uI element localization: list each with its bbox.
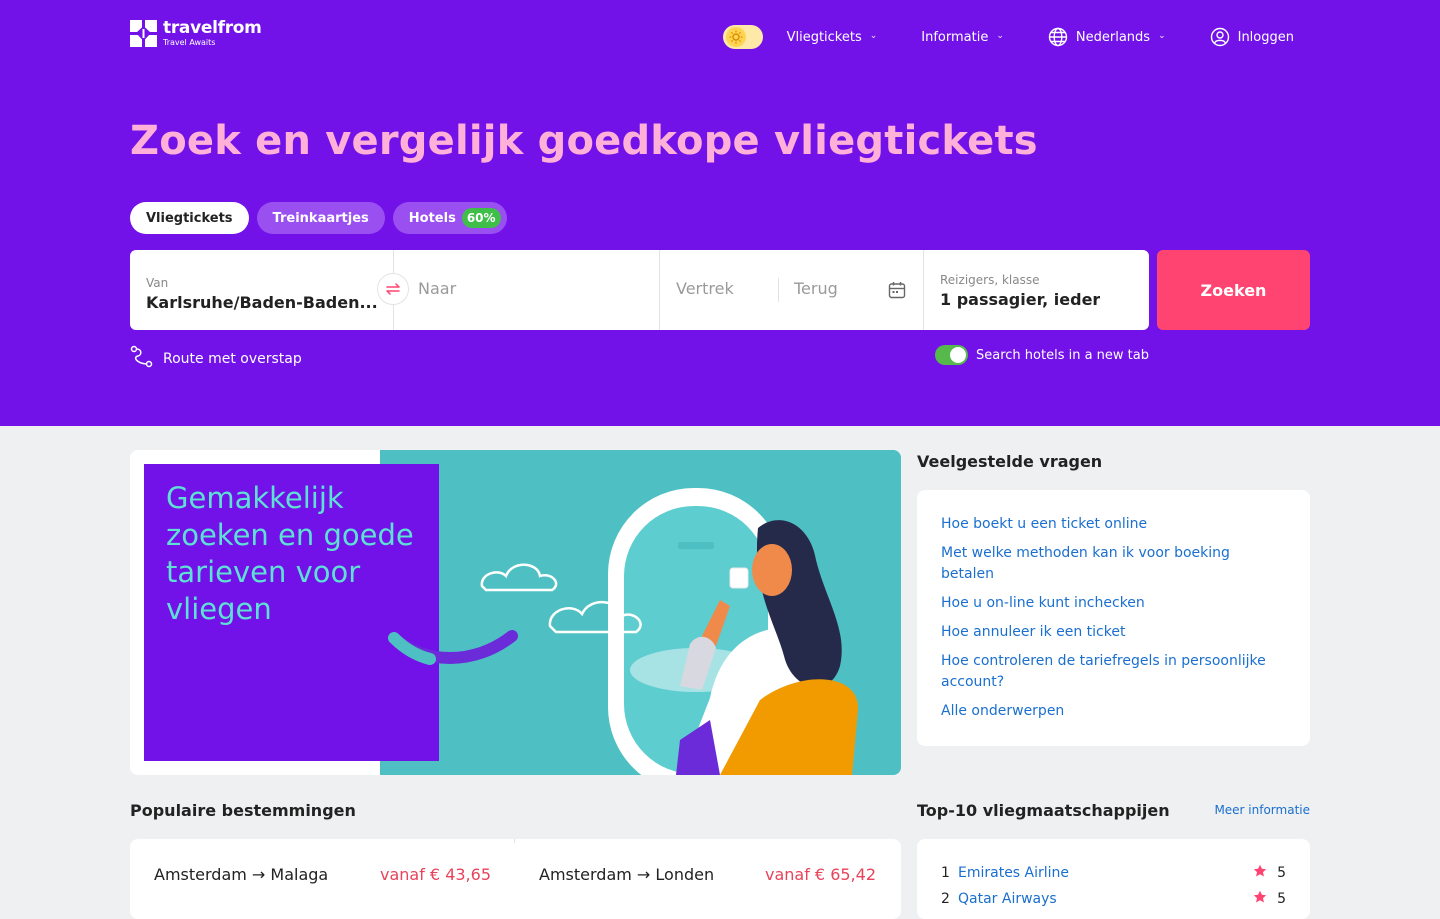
swap-icon[interactable] xyxy=(377,273,409,305)
route-label: Route met overstap xyxy=(163,350,302,367)
tab-trains[interactable]: Treinkaartjes xyxy=(256,202,385,234)
popular-destinations-title: Populaire bestemmingen xyxy=(130,801,356,820)
airline-name[interactable]: Qatar Airways xyxy=(958,891,1253,907)
nav-language-label: Nederlands xyxy=(1075,29,1151,45)
list-item[interactable]: Amsterdam → Malaga vanaf € 43,65 xyxy=(154,865,491,884)
nav-flights[interactable]: Vliegtickets ⌄ xyxy=(787,30,878,45)
list-item[interactable]: 2 Qatar Airways 5 xyxy=(941,890,1286,908)
destination-route: Amsterdam → Londen xyxy=(539,865,715,884)
hotels-new-tab-toggle[interactable] xyxy=(935,345,968,365)
tab-flights[interactable]: Vliegtickets xyxy=(130,202,249,234)
logo-name: travelfrom xyxy=(163,18,262,38)
travel-illustration xyxy=(380,450,901,775)
airline-rating: 5 xyxy=(1277,891,1286,907)
user-icon xyxy=(1210,27,1230,47)
chevron-down-icon: ⌄ xyxy=(1158,31,1166,41)
tab-hotels[interactable]: Hotels 60% xyxy=(392,202,507,234)
passengers-label: Reizigers, klasse xyxy=(940,273,1040,287)
airline-rank: 1 xyxy=(941,865,950,881)
faq-link[interactable]: Hoe annuleer ik een ticket xyxy=(941,622,1286,643)
faq-link[interactable]: Hoe u on-line kunt inchecken xyxy=(941,593,1286,614)
more-info-link[interactable]: Meer informatie xyxy=(1214,803,1310,817)
nav-menu: Vliegtickets ⌄ Informatie ⌄ Nederlands ⌄ xyxy=(722,24,1294,50)
star-icon xyxy=(1253,890,1267,908)
return-date-input[interactable]: Terug xyxy=(794,279,838,298)
list-item[interactable]: Amsterdam → Londen vanaf € 65,42 xyxy=(539,865,876,884)
page-title: Zoek en vergelijk goedkope vliegtickets xyxy=(130,118,1038,164)
theme-toggle[interactable] xyxy=(722,25,763,49)
date-divider xyxy=(778,278,779,302)
destination-route: Amsterdam → Malaga xyxy=(154,865,329,884)
hero-section: travelfrom Travel Awaits Vliegtickets ⌄ … xyxy=(0,0,1440,426)
logo-tagline: Travel Awaits xyxy=(163,38,216,47)
star-icon xyxy=(1253,864,1267,882)
top-navigation: travelfrom Travel Awaits Vliegtickets ⌄ … xyxy=(130,0,1310,72)
airline-name[interactable]: Emirates Airline xyxy=(958,865,1253,881)
multi-stop-route-link[interactable]: Route met overstap xyxy=(130,345,302,372)
promo-banner[interactable]: Gemakkelijk zoeken en goede tarieven voo… xyxy=(130,450,901,775)
hotels-new-tab-option: Search hotels in a new tab xyxy=(935,345,1149,365)
airline-rating: 5 xyxy=(1277,865,1286,881)
nav-language[interactable]: Nederlands ⌄ xyxy=(1048,27,1166,47)
list-item[interactable]: 1 Emirates Airline 5 xyxy=(941,864,1286,882)
logo-icon xyxy=(130,20,157,47)
faq-all-topics-link[interactable]: Alle onderwerpen xyxy=(941,701,1286,722)
destination-price: vanaf € 43,65 xyxy=(379,865,491,884)
nav-information-label: Informatie xyxy=(921,29,989,45)
top-airlines-title: Top-10 vliegmaatschappijen xyxy=(917,801,1170,820)
destination-placeholder: Naar xyxy=(418,279,457,298)
banner-headline: Gemakkelijk zoeken en goede tarieven voo… xyxy=(166,481,414,626)
popular-destinations-list: Amsterdam → Malaga vanaf € 43,65 Amsterd… xyxy=(130,839,901,919)
faq-link[interactable]: Hoe boekt u een ticket online xyxy=(941,514,1286,535)
faq-link[interactable]: Hoe controleren de tariefregels in perso… xyxy=(941,651,1286,693)
dates-field[interactable]: Vertrek Terug xyxy=(660,250,924,330)
passengers-field[interactable]: Reizigers, klasse 1 passagier, ieder xyxy=(924,250,1149,330)
discount-badge: 60% xyxy=(461,208,501,228)
nav-information[interactable]: Informatie ⌄ xyxy=(921,30,1004,45)
destination-field[interactable]: Naar xyxy=(394,250,660,330)
faq-list: Hoe boekt u een ticket online Met welke … xyxy=(917,490,1310,746)
nav-flights-label: Vliegtickets xyxy=(786,29,862,45)
calendar-icon[interactable] xyxy=(887,280,907,300)
origin-value: Karlsruhe/Baden-Baden... xyxy=(146,293,378,312)
depart-date-input[interactable]: Vertrek xyxy=(676,279,734,298)
nav-login-label: Inloggen xyxy=(1237,29,1294,45)
chevron-down-icon: ⌄ xyxy=(996,31,1004,41)
destination-price: vanaf € 65,42 xyxy=(764,865,876,884)
divider xyxy=(514,839,515,843)
globe-icon xyxy=(1048,27,1068,47)
search-form: Van Karlsruhe/Baden-Baden... Naar Vertre… xyxy=(130,250,1149,330)
route-icon xyxy=(130,345,153,372)
passengers-value: 1 passagier, ieder xyxy=(940,290,1101,309)
logo[interactable]: travelfrom Travel Awaits xyxy=(130,20,262,47)
search-button[interactable]: Zoeken xyxy=(1157,250,1310,330)
nav-login[interactable]: Inloggen xyxy=(1210,27,1294,47)
airline-rank: 2 xyxy=(941,891,950,907)
top-airlines-list: 1 Emirates Airline 5 2 Qatar Airways 5 xyxy=(917,839,1310,919)
sun-icon xyxy=(725,27,746,47)
tab-hotels-label: Hotels xyxy=(408,210,456,226)
faq-title: Veelgestelde vragen xyxy=(917,452,1103,471)
origin-label: Van xyxy=(146,276,169,290)
faq-link[interactable]: Met welke methoden kan ik voor boeking b… xyxy=(941,543,1286,585)
origin-field[interactable]: Van Karlsruhe/Baden-Baden... xyxy=(130,250,409,330)
hotels-new-tab-label: Search hotels in a new tab xyxy=(976,347,1149,363)
search-tabs: Vliegtickets Treinkaartjes Hotels 60% xyxy=(130,202,507,234)
chevron-down-icon: ⌄ xyxy=(869,31,878,41)
